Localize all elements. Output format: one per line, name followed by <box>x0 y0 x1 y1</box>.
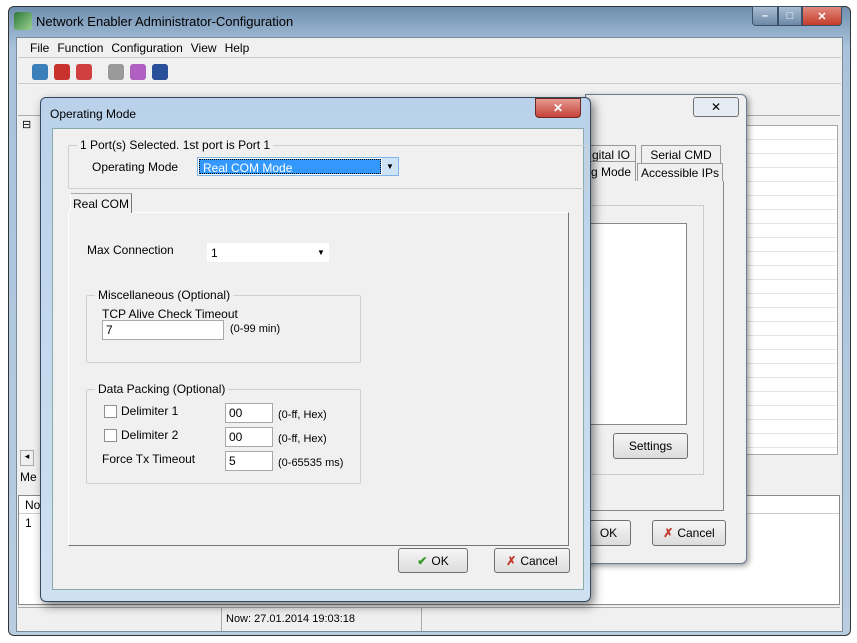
menu-configuration[interactable]: Configuration <box>111 41 182 55</box>
background-dialog: ✕ gital IO Serial CMD g Mode Accessible … <box>585 94 747 564</box>
maximize-button[interactable]: □ <box>778 6 802 26</box>
monitor-icon[interactable] <box>108 63 124 80</box>
exit-icon[interactable] <box>152 63 168 80</box>
force-tx-input[interactable]: 5 <box>225 451 273 471</box>
scroll-left-button[interactable]: ◂ <box>20 450 34 466</box>
delimiter-2-input[interactable]: 00 <box>225 427 273 447</box>
delimiter-1-label: Delimiter 1 <box>121 404 179 418</box>
tree-toggle[interactable]: ⊟ <box>22 118 31 131</box>
delimiter-2-checkbox[interactable] <box>104 429 117 442</box>
tab-serial-cmd[interactable]: Serial CMD <box>641 145 721 163</box>
tcp-alive-label: TCP Alive Check Timeout <box>102 307 238 321</box>
tcp-alive-input[interactable]: 7 <box>102 320 224 340</box>
settings-button[interactable]: Settings <box>613 433 688 459</box>
dialog-close-button[interactable]: ✕ <box>535 98 581 118</box>
cancel-x-icon: ✗ <box>506 553 517 568</box>
tab-real-com[interactable]: Real COM <box>70 193 132 213</box>
search-ip-icon[interactable] <box>54 63 70 80</box>
bg-cancel-button[interactable]: ✗ Cancel <box>652 520 726 546</box>
menu-function[interactable]: Function <box>57 41 103 55</box>
bg-ok-button[interactable]: OK <box>586 520 631 546</box>
tab-panel <box>68 212 569 546</box>
max-connection-label: Max Connection <box>87 243 174 257</box>
delimiter-1-range: (0-ff, Hex) <box>278 409 327 421</box>
menu-help[interactable]: Help <box>225 41 250 55</box>
bottom-tab[interactable]: Me <box>20 470 37 484</box>
operating-mode-label: Operating Mode <box>92 160 179 174</box>
status-bar: Now: 27.01.2014 19:03:18 <box>18 607 840 631</box>
delimiter-2-label: Delimiter 2 <box>121 428 179 442</box>
window-title: Network Enabler Administrator-Configurat… <box>36 14 294 29</box>
cancel-button[interactable]: ✗ Cancel <box>494 548 570 573</box>
dialog-title: Operating Mode <box>50 107 137 121</box>
tab-operating-mode[interactable]: g Mode <box>586 161 636 181</box>
max-connection-select[interactable]: 1 ▼ <box>207 243 329 262</box>
chevron-down-icon: ▼ <box>382 158 398 175</box>
minimize-button[interactable]: – <box>752 6 778 26</box>
delimiter-2-range: (0-ff, Hex) <box>278 433 327 445</box>
broadcast-search-icon[interactable] <box>32 63 48 80</box>
menu-bar: File Function Configuration View Help <box>18 38 841 58</box>
close-button[interactable]: ✕ <box>802 6 842 26</box>
tab-accessible-ips[interactable]: Accessible IPs <box>637 163 723 181</box>
menu-file[interactable]: File <box>30 41 49 55</box>
bg-close-button[interactable]: ✕ <box>693 97 739 117</box>
status-time: Now: 27.01.2014 19:03:18 <box>222 608 422 631</box>
operating-mode-select[interactable]: Real COM Mode ▼ <box>197 157 399 176</box>
toolbar <box>18 60 841 84</box>
book-icon[interactable] <box>130 63 146 80</box>
unlock-icon[interactable] <box>76 63 92 80</box>
chevron-down-icon: ▼ <box>317 248 325 257</box>
menu-view[interactable]: View <box>191 41 217 55</box>
checkmark-icon: ✔ <box>417 553 428 568</box>
app-icon <box>14 12 32 30</box>
cancel-x-icon: ✗ <box>663 526 674 540</box>
delimiter-1-input[interactable]: 00 <box>225 403 273 423</box>
window-controls: – □ ✕ <box>752 6 842 26</box>
force-tx-range: (0-65535 ms) <box>278 457 344 469</box>
tcp-alive-range: (0-99 min) <box>230 323 281 335</box>
ok-button[interactable]: ✔ OK <box>398 548 468 573</box>
port-list[interactable] <box>740 125 838 455</box>
delimiter-1-checkbox[interactable] <box>104 405 117 418</box>
force-tx-label: Force Tx Timeout <box>102 452 196 466</box>
